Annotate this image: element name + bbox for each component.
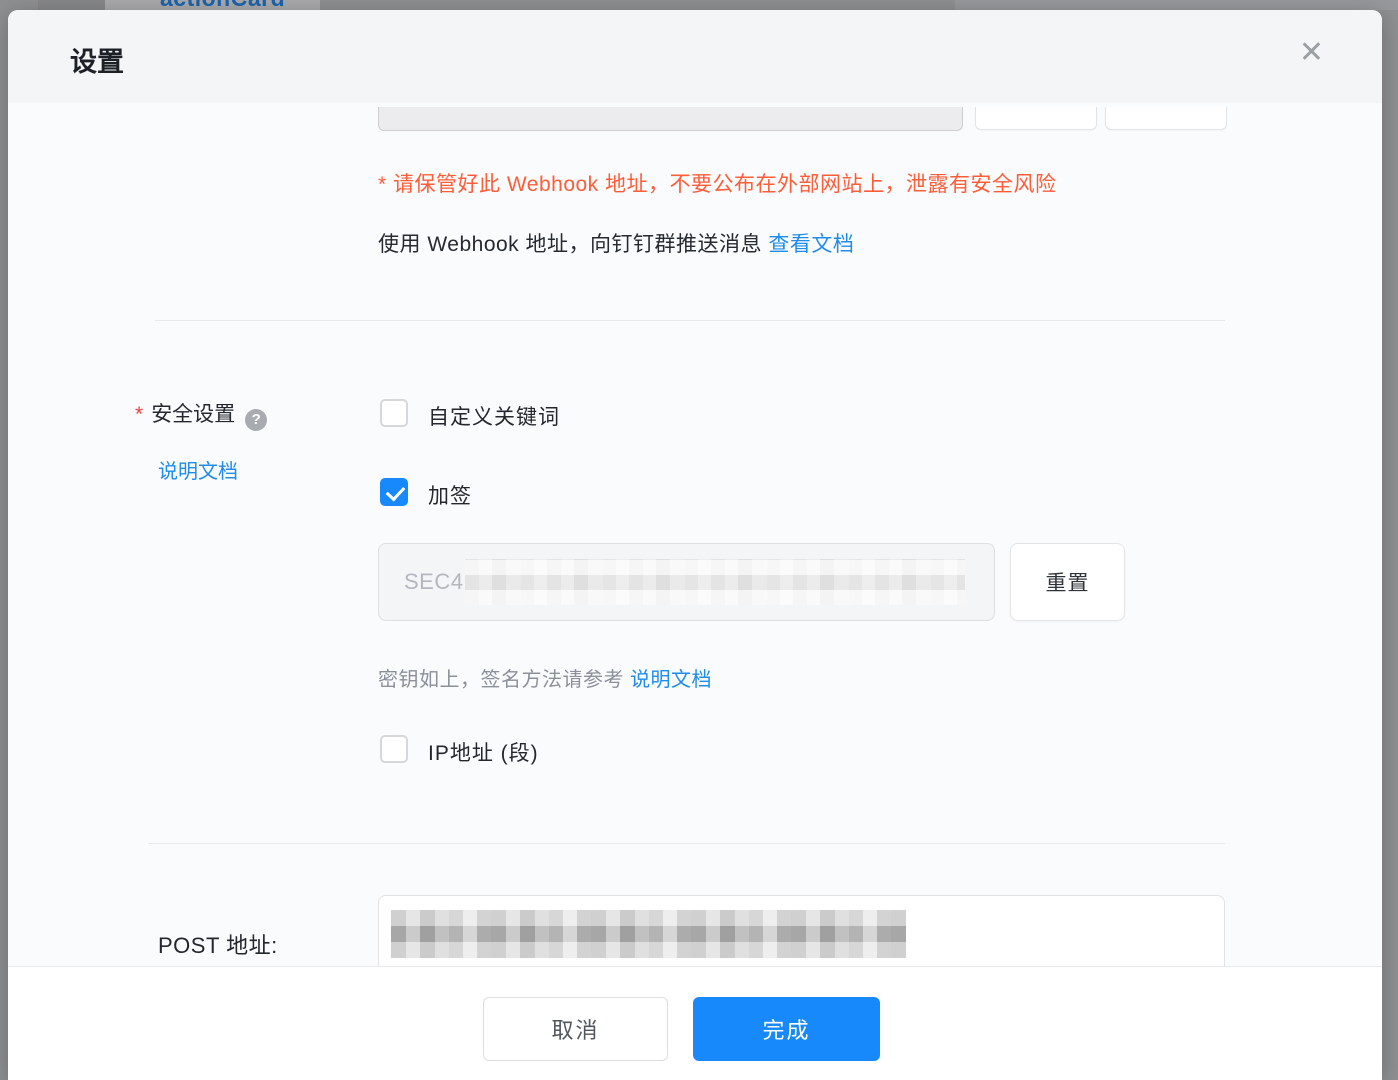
checkbox-ip-address-label[interactable]: IP地址 (段)	[428, 737, 539, 767]
checkbox-ip-address[interactable]	[380, 735, 408, 763]
key-note-docs-link[interactable]: 说明文档	[630, 669, 712, 691]
secret-key-redacted-blur	[465, 559, 965, 605]
post-address-input[interactable]	[378, 895, 1225, 967]
close-icon[interactable]: ✕	[1299, 38, 1324, 68]
dialog-title: 设置	[70, 40, 124, 79]
backdrop-block	[955, 0, 1398, 10]
security-docs-link[interactable]: 说明文档	[158, 455, 238, 484]
webhook-action-button[interactable]	[1105, 107, 1227, 130]
confirm-button[interactable]: 完成	[693, 997, 880, 1061]
background-partial-text: actionCard	[160, 0, 285, 10]
checkbox-custom-keywords[interactable]	[380, 399, 408, 427]
post-address-label: POST 地址:	[158, 928, 278, 960]
checkbox-custom-keywords-label[interactable]: 自定义关键词	[428, 401, 560, 431]
reset-button[interactable]: 重置	[1010, 543, 1125, 621]
webhook-action-button[interactable]	[975, 107, 1097, 130]
backdrop-block	[38, 0, 105, 10]
backdrop-block: actionCard	[105, 0, 320, 10]
section-divider	[155, 320, 1225, 321]
webhook-warning-text: * 请保管好此 Webhook 地址，不要公布在外部网站上，泄露有安全风险	[378, 168, 1057, 198]
webhook-usage-text: 使用 Webhook 地址，向钉钉群推送消息 查看文档	[378, 228, 854, 258]
view-docs-link[interactable]: 查看文档	[768, 233, 854, 256]
required-asterisk: *	[135, 403, 143, 426]
checkbox-sign-label[interactable]: 加签	[428, 480, 472, 510]
settings-dialog: 设置 ✕ * 请保管好此 Webhook 地址，不要公布在外部网站上，泄露有安全…	[8, 10, 1382, 1080]
cancel-button[interactable]: 取消	[483, 997, 668, 1061]
key-note-text: 密钥如上，签名方法请参考	[378, 669, 624, 691]
webhook-url-input[interactable]	[378, 107, 963, 131]
secret-key-prefix: SEC4	[404, 569, 463, 595]
checkbox-sign-checked[interactable]	[380, 478, 408, 506]
dialog-header: 设置 ✕	[8, 10, 1382, 103]
dialog-footer: 取消 完成	[8, 966, 1382, 1080]
secret-key-note: 密钥如上，签名方法请参考 说明文档	[378, 663, 712, 692]
dialog-body: * 请保管好此 Webhook 地址，不要公布在外部网站上，泄露有安全风险 使用…	[8, 103, 1382, 966]
section-divider	[148, 843, 1225, 844]
secret-key-input[interactable]: SEC4	[378, 543, 995, 621]
page-overlay: actionCard	[0, 0, 1398, 10]
post-address-redacted-blur	[391, 910, 906, 958]
help-question-icon[interactable]: ?	[245, 409, 267, 431]
security-label-text: 安全设置	[151, 403, 235, 426]
usage-text: 使用 Webhook 地址，向钉钉群推送消息	[378, 233, 762, 256]
security-settings-label: * 安全设置?	[135, 398, 267, 431]
